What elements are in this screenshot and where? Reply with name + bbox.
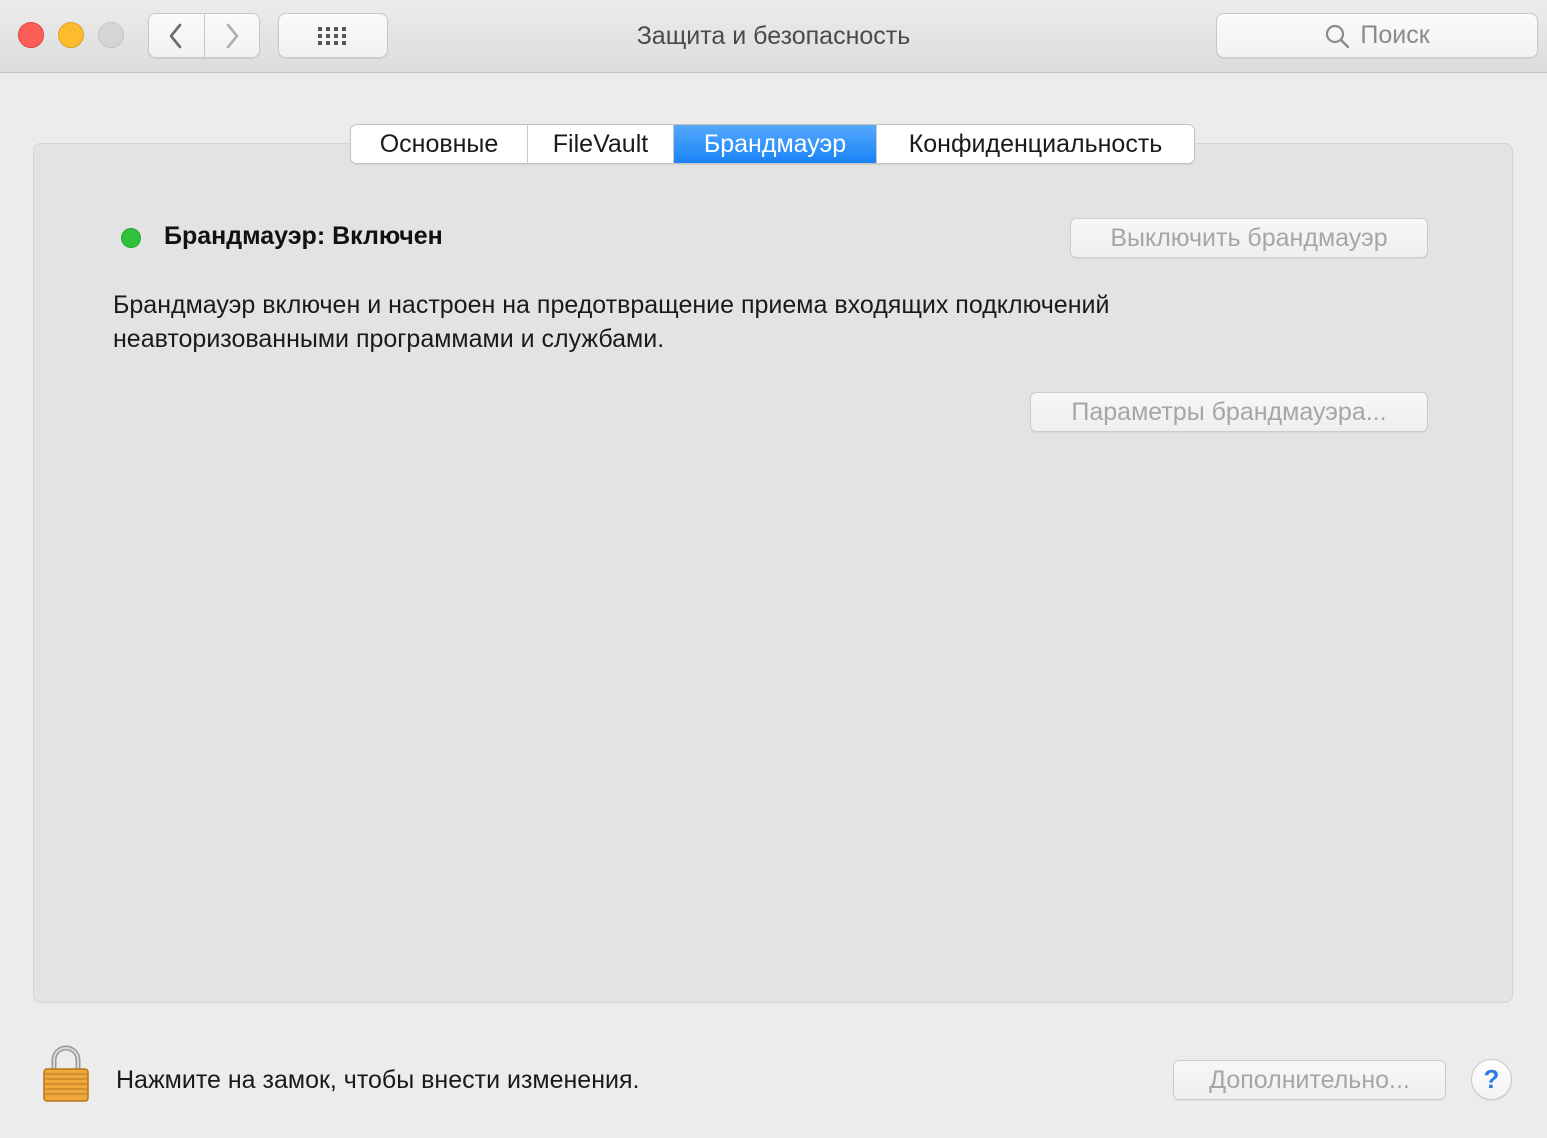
tab-firewall[interactable]: Брандмауэр [673, 125, 876, 163]
lock-icon[interactable] [40, 1044, 92, 1104]
firewall-status: Брандмауэр: Включен [164, 222, 443, 250]
tab-privacy[interactable]: Конфиденциальность [876, 125, 1194, 163]
firewall-description: Брандмауэр включен и настроен на предотв… [113, 291, 1110, 353]
firewall-options-button[interactable]: Параметры брандмауэра... [1030, 392, 1428, 432]
firewall-status-indicator [121, 228, 141, 248]
search-icon [1326, 24, 1350, 48]
lock-message: Нажмите на замок, чтобы внести изменения… [116, 1066, 640, 1094]
search-field[interactable]: Поиск [1216, 13, 1538, 58]
tab-general[interactable]: Основные [351, 125, 527, 163]
content-panel [33, 143, 1513, 1003]
title-bar: Защита и безопасность Поиск [0, 0, 1547, 73]
advanced-button[interactable]: Дополнительно... [1173, 1060, 1446, 1100]
tab-filevault[interactable]: FileVault [527, 125, 673, 163]
turn-off-firewall-button[interactable]: Выключить брандмауэр [1070, 218, 1428, 258]
tab-bar: Основные FileVault Брандмауэр Конфиденци… [350, 124, 1195, 164]
help-button[interactable]: ? [1471, 1059, 1512, 1100]
search-placeholder: Поиск [1360, 21, 1430, 49]
